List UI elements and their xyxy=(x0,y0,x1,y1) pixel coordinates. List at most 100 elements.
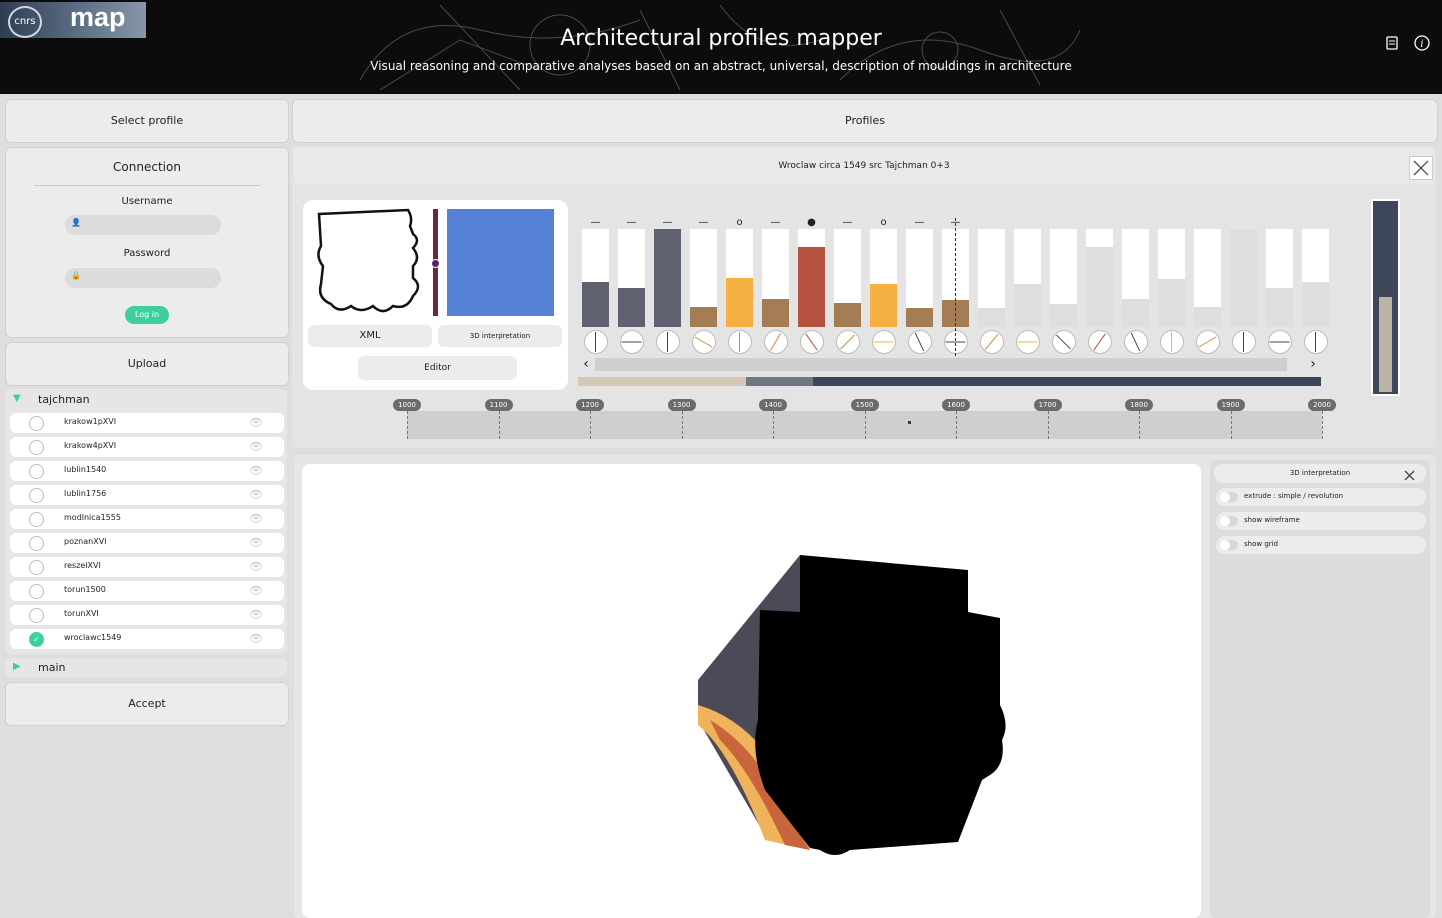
toggle-switch[interactable] xyxy=(1220,492,1238,502)
bar-slot[interactable] xyxy=(654,229,681,327)
3d-moulding-model[interactable] xyxy=(690,550,1010,860)
list-item[interactable]: krakow4pXVI 👁 xyxy=(10,437,284,457)
radio[interactable] xyxy=(29,584,44,599)
select-profile-button[interactable]: Select profile xyxy=(5,99,289,143)
orientation-dial[interactable] xyxy=(1124,330,1148,354)
password-field[interactable]: 🔒 xyxy=(65,268,221,288)
bar-slot[interactable] xyxy=(618,229,645,327)
close-profile-button[interactable] xyxy=(1409,156,1433,180)
radio[interactable] xyxy=(29,464,44,479)
toggle-row[interactable]: extrude : simple / revolution xyxy=(1216,488,1426,506)
eye-icon[interactable]: 👁 xyxy=(246,585,266,597)
orientation-dial[interactable] xyxy=(764,330,788,354)
bar-slot[interactable] xyxy=(1266,229,1293,327)
bar-slot[interactable] xyxy=(726,229,753,327)
orientation-dial[interactable] xyxy=(800,330,824,354)
list-item[interactable]: reszelXVI 👁 xyxy=(10,557,284,577)
list-item[interactable]: lublin1540 👁 xyxy=(10,461,284,481)
overview-thumb[interactable] xyxy=(1379,297,1392,392)
orientation-dial[interactable] xyxy=(1016,330,1040,354)
editor-button[interactable]: Editor xyxy=(358,356,517,380)
orientation-dial[interactable] xyxy=(620,330,644,354)
bar-slot[interactable] xyxy=(798,229,825,327)
orientation-dial[interactable] xyxy=(944,330,968,354)
list-item[interactable]: krakow1pXVI 👁 xyxy=(10,413,284,433)
list-item[interactable]: modlnica1555 👁 xyxy=(10,509,284,529)
toggle-row[interactable]: show grid xyxy=(1216,536,1426,554)
bar-slot[interactable] xyxy=(690,229,717,327)
bar-slot[interactable] xyxy=(762,229,789,327)
scroll-left-arrow[interactable]: ‹ xyxy=(578,356,594,372)
toggle-switch[interactable] xyxy=(1220,540,1238,550)
orientation-dial[interactable] xyxy=(1160,330,1184,354)
orientation-dial[interactable] xyxy=(728,330,752,354)
eye-icon[interactable]: 👁 xyxy=(246,561,266,573)
bar-slot[interactable] xyxy=(582,229,609,327)
scroll-right-arrow[interactable]: › xyxy=(1305,356,1321,372)
bar-slot[interactable] xyxy=(1230,229,1257,327)
info-icon[interactable]: i xyxy=(1414,35,1430,51)
xml-button[interactable]: XML xyxy=(308,325,432,347)
slider-handle[interactable] xyxy=(431,259,440,268)
eye-icon[interactable]: 👁 xyxy=(246,489,266,501)
bar-slot[interactable] xyxy=(1158,229,1185,327)
eye-icon[interactable]: 👁 xyxy=(246,417,266,429)
bar-slot[interactable] xyxy=(834,229,861,327)
bar-slot[interactable] xyxy=(1122,229,1149,327)
eye-icon[interactable]: 👁 xyxy=(246,537,266,549)
radio[interactable] xyxy=(29,416,44,431)
radio[interactable] xyxy=(29,608,44,623)
eye-icon[interactable]: 👁 xyxy=(246,465,266,477)
overview-slider[interactable] xyxy=(1371,199,1400,396)
collapsed-triangle-icon[interactable]: ▶ xyxy=(13,661,21,672)
tree-group-tajchman[interactable]: tajchman xyxy=(38,393,90,406)
orientation-dial[interactable] xyxy=(656,330,680,354)
accept-button[interactable]: Accept xyxy=(5,682,289,726)
bar-slot[interactable] xyxy=(1194,229,1221,327)
orientation-dial[interactable] xyxy=(908,330,932,354)
close-panel-button[interactable] xyxy=(1403,467,1416,481)
username-field[interactable]: 👤 xyxy=(65,215,221,235)
bars-scrollbar[interactable] xyxy=(595,358,1287,371)
list-item[interactable]: poznanXVI 👁 xyxy=(10,533,284,553)
orientation-dial[interactable] xyxy=(980,330,1004,354)
list-item[interactable]: lublin1756 👁 xyxy=(10,485,284,505)
book-icon[interactable] xyxy=(1385,35,1399,51)
3d-interpretation-button[interactable]: 3D interpretation xyxy=(438,325,562,347)
orientation-dial[interactable] xyxy=(1052,330,1076,354)
radio[interactable] xyxy=(29,488,44,503)
radio[interactable] xyxy=(29,560,44,575)
login-button[interactable]: Log in xyxy=(125,306,169,324)
radio[interactable] xyxy=(29,512,44,527)
orientation-dial[interactable] xyxy=(1268,330,1292,354)
radio[interactable] xyxy=(29,536,44,551)
tree-group-main[interactable]: main xyxy=(38,661,65,674)
orientation-dial[interactable] xyxy=(1304,330,1328,354)
orientation-dial[interactable] xyxy=(584,330,608,354)
eye-icon[interactable]: 👁 xyxy=(246,609,266,621)
radio-checked[interactable]: ✓ xyxy=(29,632,44,647)
eye-icon[interactable]: 👁 xyxy=(246,633,266,645)
eye-icon[interactable]: 👁 xyxy=(246,513,266,525)
expanded-triangle-icon[interactable]: ▼ xyxy=(13,393,21,404)
bar-slot[interactable] xyxy=(906,229,933,327)
orientation-dial[interactable] xyxy=(692,330,716,354)
bar-slot[interactable] xyxy=(1302,229,1329,327)
toggle-switch[interactable] xyxy=(1220,516,1238,526)
bar-slot[interactable] xyxy=(1014,229,1041,327)
orientation-dial[interactable] xyxy=(1088,330,1112,354)
radio[interactable] xyxy=(29,440,44,455)
orientation-dial[interactable] xyxy=(1232,330,1256,354)
toggle-row[interactable]: show wireframe xyxy=(1216,512,1426,530)
eye-icon[interactable]: 👁 xyxy=(246,441,266,453)
list-item[interactable]: torun1500 👁 xyxy=(10,581,284,601)
orientation-dial[interactable] xyxy=(1196,330,1220,354)
orientation-dial[interactable] xyxy=(872,330,896,354)
list-item[interactable]: torunXVI 👁 xyxy=(10,605,284,625)
profiles-tab[interactable]: Profiles xyxy=(292,99,1438,143)
list-item[interactable]: ✓ wroclawc1549 👁 xyxy=(10,629,284,649)
upload-button[interactable]: Upload xyxy=(5,342,289,386)
bar-slot[interactable] xyxy=(978,229,1005,327)
bar-slot[interactable] xyxy=(1086,229,1113,327)
orientation-dial[interactable] xyxy=(836,330,860,354)
